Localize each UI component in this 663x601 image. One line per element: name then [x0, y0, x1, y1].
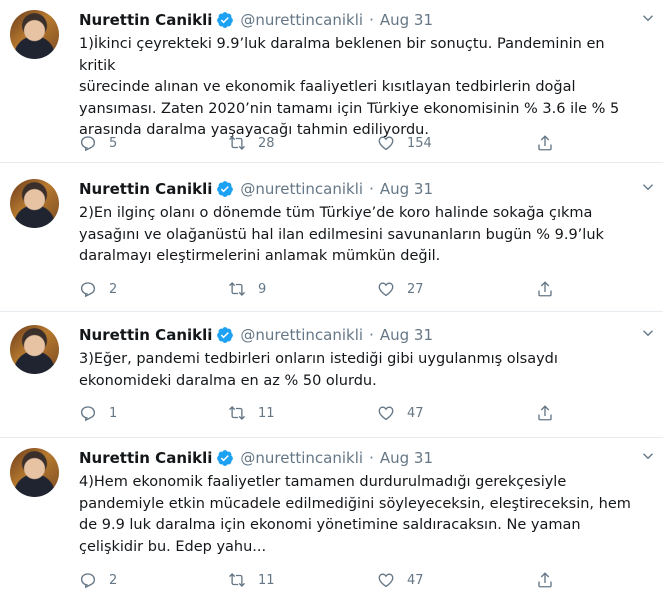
chevron-down-icon[interactable] [639, 447, 657, 465]
tweet-actions: 2 9 27 [79, 279, 559, 299]
tweet[interactable]: Nurettin Canikli @nurettincanikli · Aug … [0, 315, 663, 438]
reply-count: 5 [109, 135, 118, 151]
reply-count: 2 [109, 572, 118, 588]
retweet-button[interactable]: 9 [228, 279, 266, 299]
reply-icon [80, 573, 96, 589]
heart-icon [378, 573, 394, 588]
retweet-button[interactable]: 11 [228, 403, 275, 423]
like-button[interactable]: 47 [377, 570, 424, 590]
tweet[interactable]: Nurettin Canikli @nurettincanikli · Aug … [0, 169, 663, 312]
tweet-content: Nurettin Canikli @nurettincanikli · Aug … [79, 324, 649, 392]
tweet-header: Nurettin Canikli @nurettincanikli · Aug … [79, 324, 649, 346]
tweet-header: Nurettin Canikli @nurettincanikli · Aug … [79, 447, 649, 469]
retweet-count: 28 [258, 135, 275, 151]
author-handle[interactable]: @nurettincanikli [240, 11, 363, 29]
separator-dot: · [369, 11, 374, 29]
author-name[interactable]: Nurettin Canikli [79, 449, 212, 467]
retweet-count: 9 [258, 281, 267, 297]
reply-button[interactable]: 5 [79, 133, 117, 153]
tweet-actions: 5 28 154 [79, 133, 559, 153]
chevron-down-icon[interactable] [639, 9, 657, 27]
tweet-header: Nurettin Canikli @nurettincanikli · Aug … [79, 178, 649, 200]
tweet-date[interactable]: Aug 31 [380, 326, 433, 344]
reply-count: 2 [109, 281, 118, 297]
share-button[interactable] [536, 570, 554, 590]
chevron-down-icon[interactable] [639, 324, 657, 342]
like-button[interactable]: 47 [377, 403, 424, 423]
tweet-actions: 2 11 47 [79, 570, 559, 590]
avatar[interactable] [10, 179, 59, 228]
tweet-actions: 1 11 47 [79, 403, 559, 423]
share-icon [538, 135, 552, 151]
verified-badge-icon [217, 12, 234, 28]
avatar[interactable] [10, 325, 59, 374]
like-count: 154 [407, 135, 432, 151]
heart-icon [378, 136, 394, 151]
retweet-icon [229, 282, 245, 296]
tweet-date[interactable]: Aug 31 [380, 180, 433, 198]
retweet-icon [229, 406, 245, 420]
tweet-feed: Nurettin Canikli @nurettincanikli · Aug … [0, 0, 663, 601]
heart-icon [378, 282, 394, 297]
verified-badge-icon [217, 327, 234, 343]
verified-badge-icon [217, 450, 234, 466]
tweet[interactable]: Nurettin Canikli @nurettincanikli · Aug … [0, 0, 663, 163]
tweet[interactable]: Nurettin Canikli @nurettincanikli · Aug … [0, 438, 663, 601]
heart-icon [378, 406, 394, 421]
tweet-content: Nurettin Canikli @nurettincanikli · Aug … [79, 178, 649, 268]
share-button[interactable] [536, 403, 554, 423]
share-icon [538, 281, 552, 297]
like-button[interactable]: 154 [377, 133, 432, 153]
avatar[interactable] [10, 10, 59, 59]
author-name[interactable]: Nurettin Canikli [79, 180, 212, 198]
tweet-date[interactable]: Aug 31 [380, 449, 433, 467]
tweet-content: Nurettin Canikli @nurettincanikli · Aug … [79, 9, 649, 142]
share-icon [538, 572, 552, 588]
like-button[interactable]: 27 [377, 279, 424, 299]
tweet-content: Nurettin Canikli @nurettincanikli · Aug … [79, 447, 649, 558]
chevron-down-icon[interactable] [639, 178, 657, 196]
author-handle[interactable]: @nurettincanikli [240, 449, 363, 467]
reply-icon [80, 282, 96, 298]
like-count: 47 [407, 405, 424, 421]
tweet-text: 3)Eğer, pandemi tedbirleri onların isted… [79, 351, 558, 389]
reply-count: 1 [109, 405, 118, 421]
share-button[interactable] [536, 133, 554, 153]
separator-dot: · [369, 180, 374, 198]
tweet-text: 1)İkinci çeyrekteki 9.9’luk daralma bekl… [79, 36, 620, 138]
avatar[interactable] [10, 448, 59, 497]
tweet-text: 2)En ilginç olanı o dönemde tüm Türkiye’… [79, 205, 604, 264]
verified-badge-icon [217, 181, 234, 197]
retweet-icon [229, 573, 245, 587]
share-button[interactable] [536, 279, 554, 299]
retweet-icon [229, 136, 245, 150]
author-handle[interactable]: @nurettincanikli [240, 326, 363, 344]
reply-icon [80, 136, 96, 152]
separator-dot: · [369, 449, 374, 467]
tweet-text: 4)Hem ekonomik faaliyetler tamamen durdu… [79, 474, 631, 555]
tweet-date[interactable]: Aug 31 [380, 11, 433, 29]
retweet-button[interactable]: 28 [228, 133, 275, 153]
reply-button[interactable]: 2 [79, 279, 117, 299]
tweet-header: Nurettin Canikli @nurettincanikli · Aug … [79, 9, 649, 31]
author-name[interactable]: Nurettin Canikli [79, 326, 212, 344]
author-name[interactable]: Nurettin Canikli [79, 11, 212, 29]
retweet-count: 11 [258, 572, 275, 588]
like-count: 27 [407, 281, 424, 297]
reply-button[interactable]: 2 [79, 570, 117, 590]
reply-button[interactable]: 1 [79, 403, 117, 423]
like-count: 47 [407, 572, 424, 588]
retweet-button[interactable]: 11 [228, 570, 275, 590]
retweet-count: 11 [258, 405, 275, 421]
reply-icon [80, 406, 96, 422]
separator-dot: · [369, 326, 374, 344]
author-handle[interactable]: @nurettincanikli [240, 180, 363, 198]
share-icon [538, 405, 552, 421]
